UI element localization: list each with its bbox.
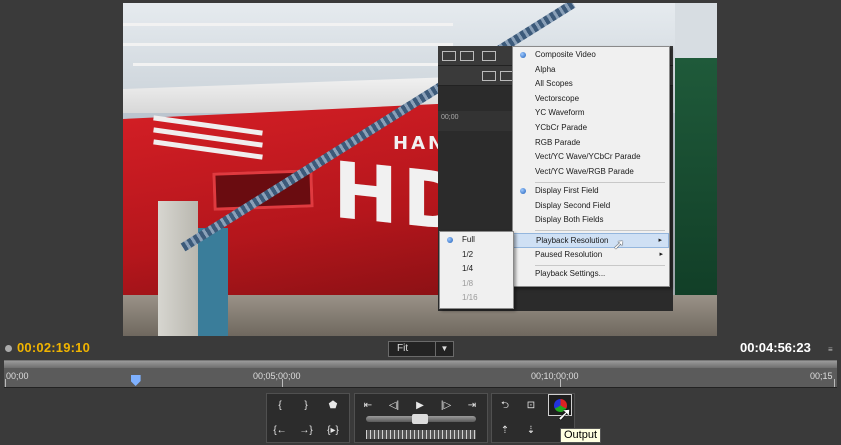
go-to-previous-edit-icon[interactable]: ⇤	[357, 397, 379, 415]
program-monitor: HAN HD 00;00 Composite Video Alpha All S…	[0, 0, 841, 445]
context-menu: Composite Video Alpha All Scopes Vectors…	[512, 46, 670, 287]
menu-item-rgb-parade[interactable]: RGB Parade	[513, 136, 669, 151]
menu-item-vect-yc-ycbcr[interactable]: Vect/YC Wave/YCbCr Parade	[513, 150, 669, 165]
ruler-label: 00;05;00;00	[253, 371, 301, 381]
zoom-select-value: Fit	[397, 343, 409, 354]
submenu-item-full[interactable]: Full	[440, 233, 513, 248]
go-to-out-icon[interactable]: →}	[295, 422, 317, 440]
submenu-item-quarter[interactable]: 1/4	[440, 262, 513, 277]
mouse-cursor-icon: ➚	[557, 404, 573, 424]
menu-item-display-first-field[interactable]: Display First Field	[513, 184, 669, 199]
step-back-icon[interactable]: ◁|	[383, 397, 405, 415]
menu-item-playback-resolution[interactable]: Playback Resolution ▸	[513, 233, 669, 248]
current-timecode[interactable]: 00:02:19:10	[17, 340, 90, 355]
bollard-post	[158, 201, 198, 336]
submenu-item-half[interactable]: 1/2	[440, 248, 513, 263]
ruler-tick	[560, 379, 561, 387]
go-to-next-edit-icon[interactable]: ⇥	[461, 397, 483, 415]
submenu-arrow-icon: ▸	[658, 237, 662, 244]
play-in-to-out-icon[interactable]: {▸}	[322, 422, 344, 440]
panel-menu-icon[interactable]: ≡	[828, 345, 833, 354]
duration-timecode: 00:04:56:23	[740, 340, 811, 355]
ruler-tick	[5, 379, 6, 387]
embedded-timeline: 00;00	[438, 111, 513, 131]
ruler-label: 00;10;00;00	[531, 371, 579, 381]
step-forward-icon[interactable]: |▷	[435, 397, 457, 415]
ruler-tick	[834, 379, 835, 387]
loop-icon[interactable]: ⮌	[494, 397, 516, 415]
time-ruler[interactable]: 00;00 00;05;00;00 00;10;00;00 00;15	[4, 360, 837, 388]
jog-slider-handle[interactable]	[412, 414, 428, 424]
radio-bullet-icon	[520, 52, 526, 58]
mini-button-icon	[482, 51, 496, 61]
menu-separator	[535, 265, 665, 266]
menu-item-all-scopes[interactable]: All Scopes	[513, 77, 669, 92]
ruler-label: 00;00	[6, 371, 29, 381]
ruler-label: 00;15	[810, 371, 833, 381]
submenu-item-eighth: 1/8	[462, 278, 474, 288]
menu-item-yc-waveform[interactable]: YC Waveform	[513, 106, 669, 121]
menu-separator	[535, 230, 665, 231]
mini-button-icon	[442, 51, 456, 61]
mark-out-icon[interactable]: }	[295, 397, 317, 415]
menu-item-composite-video[interactable]: Composite Video	[513, 48, 669, 63]
output-tooltip: Output	[560, 428, 602, 443]
boat-rail	[133, 63, 453, 66]
mouse-cursor-icon: ➚	[613, 236, 625, 252]
menu-item-alpha[interactable]: Alpha	[513, 63, 669, 78]
menu-item-vectorscope[interactable]: Vectorscope	[513, 92, 669, 107]
timecode-marker-icon	[5, 345, 12, 352]
lift-icon[interactable]: ⇡	[494, 422, 516, 440]
mini-button-icon	[482, 71, 496, 81]
menu-item-playback-settings[interactable]: Playback Settings...	[513, 267, 669, 282]
submenu-item-sixteenth: 1/16	[462, 293, 478, 303]
zoom-scrollbar[interactable]	[4, 361, 837, 368]
blue-crate	[198, 228, 228, 336]
mark-in-icon[interactable]: {	[269, 397, 291, 415]
shuttle-dial[interactable]	[366, 430, 476, 439]
ruler-tick	[282, 379, 283, 387]
zoom-select[interactable]: Fit ▼	[388, 341, 454, 357]
menu-item-display-both-fields[interactable]: Display Both Fields	[513, 213, 669, 228]
safe-margins-icon[interactable]: ⊡	[520, 397, 542, 415]
radio-bullet-icon	[520, 188, 526, 194]
go-to-in-icon[interactable]: {←	[269, 422, 291, 440]
menu-item-vect-yc-rgb[interactable]: Vect/YC Wave/RGB Parade	[513, 165, 669, 180]
menu-item-ycbcr-parade[interactable]: YCbCr Parade	[513, 121, 669, 136]
marker-controls: { } ⬟ {← →} {▸}	[266, 393, 350, 443]
boat-rail	[123, 43, 453, 46]
menu-item-display-second-field[interactable]: Display Second Field	[513, 199, 669, 214]
radio-bullet-icon	[447, 237, 453, 243]
menu-item-paused-resolution[interactable]: Paused Resolution ▸	[513, 248, 669, 263]
submenu-arrow-icon: ▸	[659, 250, 663, 258]
play-icon[interactable]: ▶	[409, 397, 431, 415]
playhead-icon[interactable]	[130, 375, 141, 386]
playback-resolution-submenu: Full 1/2 1/4 1/8 1/16	[439, 231, 514, 309]
chevron-down-icon: ▼	[435, 342, 453, 356]
extract-icon[interactable]: ⇣	[520, 422, 542, 440]
menu-separator	[535, 182, 665, 183]
mini-button-icon	[460, 51, 474, 61]
add-marker-icon[interactable]: ⬟	[322, 397, 344, 415]
boat-rail	[123, 23, 453, 26]
